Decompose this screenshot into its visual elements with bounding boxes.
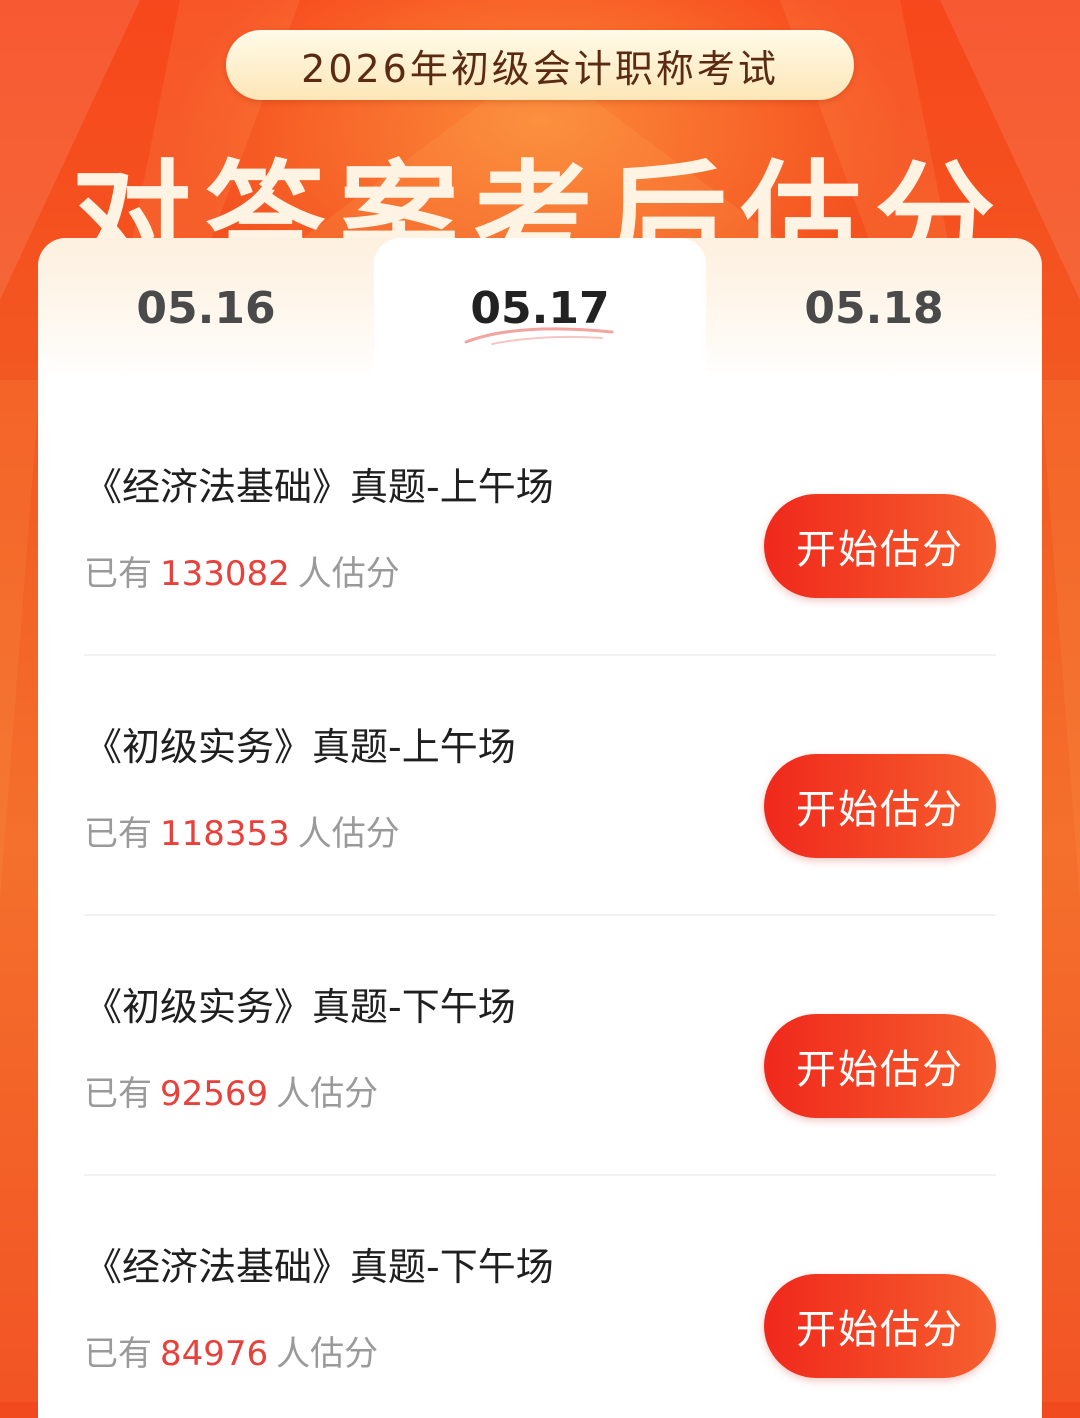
estimate-count: 133082 [160,554,290,594]
tab-label: 05.16 [136,282,276,334]
tab-0518[interactable]: 05.18 [706,238,1042,378]
start-estimate-button[interactable]: 开始估分 [764,494,996,598]
meta-prefix: 已有 [84,814,152,854]
big-title: 对答案考后估分 [71,150,1009,240]
item-title: 《经济法基础》真题-上午场 [84,465,554,509]
tab-0516[interactable]: 05.16 [38,238,374,378]
exam-title-pill: 2026年初级会计职称考试 [226,30,854,100]
item-meta: 已有 118353 人估分 [84,806,400,855]
meta-prefix: 已有 [84,554,152,594]
estimate-card: 05.16 05.17 05.18 《经济法基础》真题-上午场 已有 133082… [38,238,1042,1418]
start-estimate-button[interactable]: 开始估分 [764,1274,996,1378]
item-title: 《初级实务》真题-上午场 [84,725,516,769]
meta-suffix: 人估分 [276,1074,379,1114]
item-meta: 已有 84976 人估分 [84,1326,378,1375]
item-meta: 已有 133082 人估分 [84,546,400,595]
date-tabs: 05.16 05.17 05.18 [38,238,1042,378]
list-item: 《初级实务》真题-上午场 已有 118353 人估分 开始估分 [38,656,1042,916]
estimate-count: 92569 [160,1074,269,1114]
item-title: 《初级实务》真题-下午场 [84,985,516,1029]
meta-suffix: 人估分 [297,814,400,854]
meta-suffix: 人估分 [276,1334,379,1374]
item-meta: 已有 92569 人估分 [84,1066,378,1115]
tab-label: 05.18 [804,282,944,334]
list-item: 《经济法基础》真题-下午场 已有 84976 人估分 开始估分 [38,1176,1042,1418]
tab-0517[interactable]: 05.17 [374,238,706,378]
selected-swoosh-icon [464,327,614,345]
start-estimate-button[interactable]: 开始估分 [764,1014,996,1118]
item-title: 《经济法基础》真题-下午场 [84,1245,554,1289]
estimate-count: 84976 [160,1334,269,1374]
meta-prefix: 已有 [84,1074,152,1114]
start-estimate-button[interactable]: 开始估分 [764,754,996,858]
estimate-count: 118353 [160,814,290,854]
meta-prefix: 已有 [84,1334,152,1374]
list-item: 《初级实务》真题-下午场 已有 92569 人估分 开始估分 [38,916,1042,1176]
list-item: 《经济法基础》真题-上午场 已有 133082 人估分 开始估分 [38,396,1042,656]
meta-suffix: 人估分 [297,554,400,594]
